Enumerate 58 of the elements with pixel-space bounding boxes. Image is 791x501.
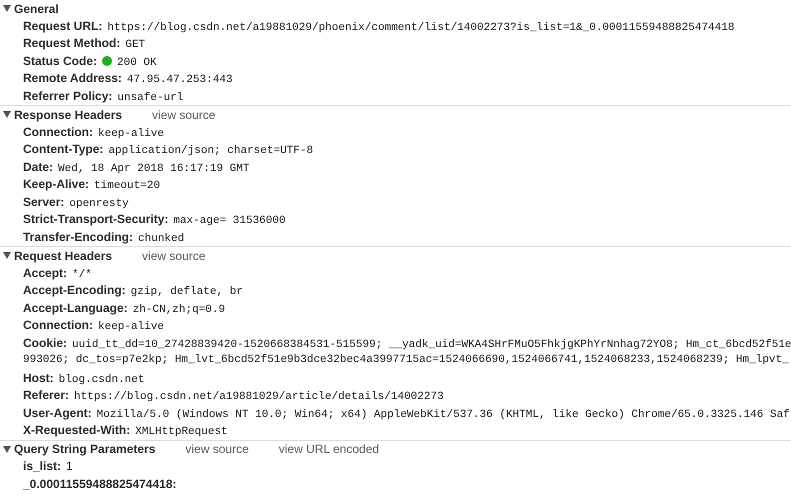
header-name: Referrer Policy: [23,88,112,104]
section-title[interactable]: Response Headers [14,108,122,122]
header-value: gzip, deflate, br [130,285,243,300]
param-name: _0.00011559488825474418: [23,476,176,492]
section-title[interactable]: Request Headers [14,248,112,263]
header-value: application/json; charset=UTF-8 [108,144,314,159]
header-name: Strict-Transport-Security: [23,211,168,228]
view-source-link[interactable]: view URL encoded [278,442,380,456]
expand-triangle-icon[interactable] [3,111,11,118]
header-value: Mozilla/5.0 (Windows NT 10.0; Win64; x64) AppleWebKit/537.36 (KHTML, like Gecko) Chrome/65.0.3325.146 Saf [96,408,790,422]
section-title[interactable]: General [14,2,59,16]
header-value: https://blog.csdn.net/a19881029/phoenix/comment/list/14002273?is_list=1&_0.00011559488825474418 [107,20,734,36]
header-value: Wed, 18 Apr 2018 16:17:19 GMT [58,162,250,176]
header-value: zh-CN,zh;q=0.9 [132,302,226,318]
param-name: is_list: [23,458,62,475]
header-name: Cookie: [23,334,68,352]
header-value: timeout=20 [94,179,160,194]
header-name: Connection: [23,317,93,334]
header-name: Accept-Language: [23,300,128,316]
header-value: https://blog.csdn.net/a19881029/article/details/14002273 [74,390,444,405]
header-value: keep-alive [98,126,164,142]
header-name: Host: [23,370,54,386]
header-value: unsafe-url [117,90,184,106]
expand-triangle-icon[interactable] [3,252,11,260]
header-value: keep-alive [98,320,164,335]
header-value: */* [72,268,92,282]
param-value: 1 [66,458,73,475]
header-value: openresty [69,196,129,212]
section-title[interactable]: Query String Parameters [14,442,156,456]
header-name: Server: [23,194,64,210]
header-name: Referer: [23,387,70,404]
header-name: Remote Address: [23,70,122,87]
header-name: Connection: [23,124,93,140]
header-name: Keep-Alive: [23,176,90,193]
header-name: User-Agent: [23,404,92,422]
header-name: Request URL: [23,18,102,34]
header-name: Request Method: [23,35,120,52]
header-name: Accept: [23,264,68,282]
header-name: Date: [23,158,54,176]
expand-triangle-icon[interactable] [3,5,11,12]
header-value: GET [125,38,146,53]
view-source-link[interactable]: view source [142,248,206,263]
view-source-link[interactable]: view source [185,442,249,456]
header-name: Accept-Encoding: [23,282,126,299]
header-name: Transfer-Encoding: [23,228,134,246]
header-value: XMLHttpRequest [135,425,228,440]
header-name: Status Code: [23,52,98,70]
header-name: X-Requested-With: [23,422,130,439]
header-name: Content-Type: [23,141,104,158]
header-value: blog.csdn.net [58,372,144,388]
header-value: max-age= 31536000 [173,214,286,229]
header-value: chunked [138,232,184,246]
view-source-link[interactable]: view source [152,108,216,122]
header-value: 47.95.47.253:443 [126,73,233,88]
header-value: 200 OK [117,56,157,70]
expand-triangle-icon[interactable] [3,446,11,453]
header-value: uuid_tt_dd=10_27428839420-1520668384531-515599; __yadk_uid=WKA4SHrFMuO5FhkjgKPhYrNnhag72YO8; Hm_ct_6bcd52f51e [72,338,791,352]
header-value: 993026; dc_tos=p7e2kp; Hm_lvt_6bcd52f51e9b3dce32bec4a3997715ac=1524066690,1524066741,1524068233,1524068239; Hm_lpvt_ [23,353,789,368]
